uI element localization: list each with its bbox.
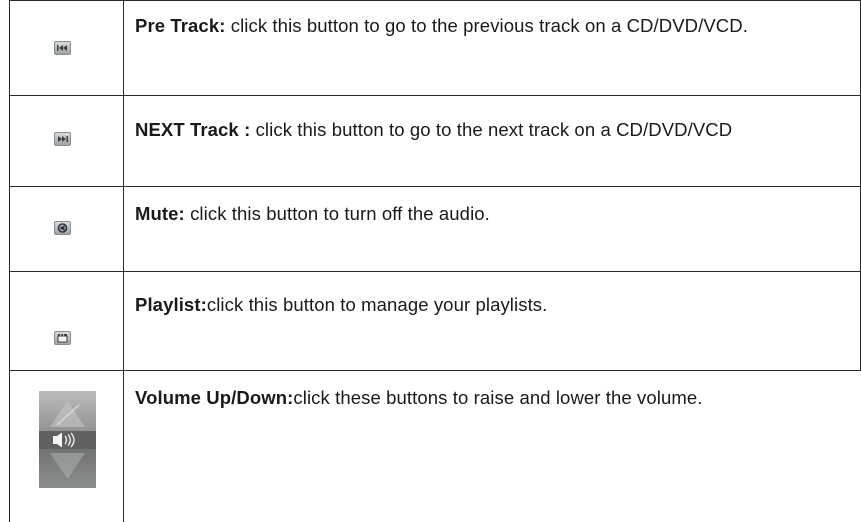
next-track-icon: [54, 132, 71, 146]
term-label: Playlist:: [135, 294, 207, 315]
column-divider: [123, 272, 124, 370]
term-label: Pre Track:: [135, 15, 226, 36]
description-body: click these buttons to raise and lower t…: [293, 387, 703, 408]
table-row-playlist: Playlist:click this button to manage you…: [9, 272, 861, 371]
playlist-icon: [54, 331, 71, 345]
term-label: Mute:: [135, 203, 185, 224]
column-divider: [123, 1, 124, 95]
description-text: NEXT Track : click this button to go to …: [135, 117, 795, 143]
description-body: click this button to go to the next trac…: [250, 119, 733, 140]
column-divider: [123, 187, 124, 271]
volume-icon: [39, 391, 96, 488]
mute-icon: [54, 221, 71, 235]
column-divider: [123, 96, 124, 186]
table-row-volume: Volume Up/Down:click these buttons to ra…: [9, 371, 861, 522]
table-row-next-track: NEXT Track : click this button to go to …: [9, 96, 861, 187]
description-body: click this button to manage your playlis…: [206, 294, 548, 315]
term-label: Volume Up/Down:: [135, 387, 294, 408]
description-text: Mute: click this button to turn off the …: [135, 201, 795, 227]
column-divider: [123, 371, 124, 522]
icon-cell: [10, 96, 123, 186]
description-body: click this button to turn off the audio.: [184, 203, 490, 224]
icon-cell: [10, 371, 123, 522]
description-text: Pre Track: click this button to go to th…: [135, 13, 795, 39]
term-label: NEXT Track :: [135, 119, 251, 140]
previous-track-icon: [54, 41, 71, 55]
icon-cell: [10, 187, 123, 271]
button-reference-table: Pre Track: click this button to go to th…: [9, 0, 861, 522]
description-text: Volume Up/Down:click these buttons to ra…: [135, 385, 855, 411]
description-body: click this button to go to the previous …: [225, 15, 748, 36]
table-row-pre-track: Pre Track: click this button to go to th…: [9, 0, 861, 96]
table-row-mute: Mute: click this button to turn off the …: [9, 187, 861, 272]
icon-cell: [10, 1, 123, 95]
icon-cell: [10, 272, 123, 370]
description-text: Playlist:click this button to manage you…: [135, 292, 795, 318]
